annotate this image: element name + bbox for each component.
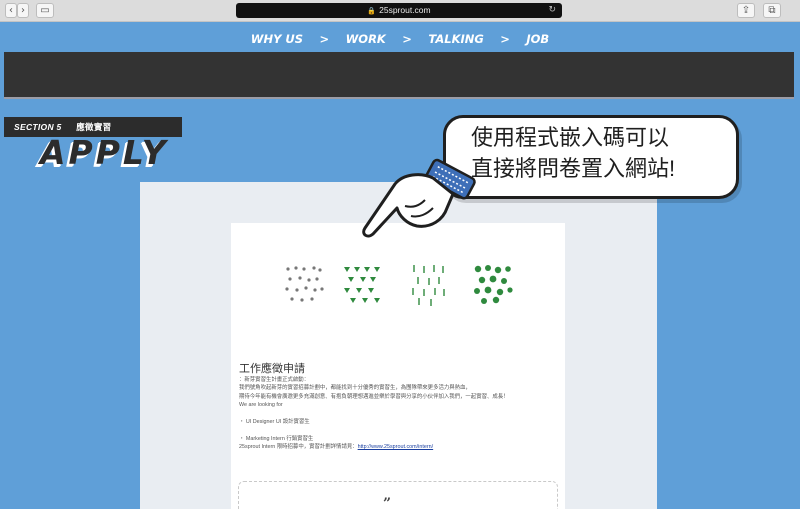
address-text: 25sprout.com [379, 5, 431, 15]
back-button[interactable]: ‹ [5, 3, 17, 18]
address-bar[interactable]: 🔒 25sprout.com ↻ [236, 3, 562, 18]
sidebar-toggle-icon[interactable]: ▭ [36, 3, 54, 18]
sprout-group-bushes [474, 265, 513, 304]
sprout-group-dots [285, 266, 324, 302]
dark-banner [4, 52, 794, 99]
intern-link[interactable]: http://www.25sprout.com/intern/ [358, 444, 434, 450]
section-name: 應徵實習 [76, 122, 112, 132]
nav-separator: > [500, 32, 510, 46]
forward-button[interactable]: › [17, 3, 29, 18]
sprout-group-stems [412, 265, 445, 306]
form-description: ：新芽實習生計畫正式啟動： 我們號角吹起新芽的實習招募計劃中，都能找到十分優秀的… [239, 376, 559, 452]
nav-separator: > [402, 32, 412, 46]
sprout-illustration [285, 265, 513, 306]
callout-text: 使用程式嵌入碼可以 直接將問卷置入網站! [471, 122, 731, 184]
reload-icon[interactable]: ↻ [548, 3, 556, 18]
tabs-icon[interactable]: ⧉ [763, 3, 781, 18]
form-desc-line: 期待今年能有機會廣邀更多充滿創意、有抱負朝理想邁進並樂於學習與分享的小伙伴加入我… [239, 393, 509, 400]
site-nav: WHY US > WORK > TALKING > JOB [0, 30, 800, 48]
form-link-prefix: 25sprout Intern 限時招募中，實習計劃詳情請見： [239, 444, 358, 451]
form-list-item: ・ UI Designer UI 設計實習生 [239, 419, 310, 426]
form-list-item: ・ Marketing Intern 行銷實習生 [239, 435, 314, 442]
form-desc-line: We are looking for [239, 402, 283, 409]
form-desc-line: 我們號角吹起新芽的實習招募計劃中，都能找到十分優秀的實習生，為團隊帶來更多活力與… [239, 385, 471, 392]
quote-icon: ” [383, 496, 392, 509]
form-question-box[interactable] [238, 481, 558, 509]
callout-line: 使用程式嵌入碼可以 [471, 125, 670, 150]
share-icon[interactable]: ⇪ [737, 3, 755, 18]
nav-item-work[interactable]: WORK [346, 32, 386, 46]
form-title: 工作應徵申請 [239, 363, 305, 375]
lock-icon: 🔒 [367, 8, 377, 15]
nav-item-why-us[interactable]: WHY US [251, 32, 303, 46]
sprout-group-leaves [344, 267, 380, 303]
section-title: APPLY [40, 133, 169, 172]
pointing-hand-icon [362, 158, 476, 238]
nav-item-talking[interactable]: TALKING [428, 32, 483, 46]
callout-line: 直接將問卷置入網站! [471, 156, 676, 181]
nav-separator: > [319, 32, 330, 46]
browser-toolbar: ‹ › ▭ 🔒 25sprout.com ↻ ⇪ ⧉ [0, 0, 800, 22]
form-desc-line: ：新芽實習生計畫正式啟動： [239, 377, 310, 383]
nav-item-job[interactable]: JOB [526, 32, 549, 46]
form-link-line: 25sprout Intern 限時招募中，實習計劃詳情請見：http://ww… [239, 443, 559, 451]
section-number: SECTION 5 [14, 122, 62, 132]
